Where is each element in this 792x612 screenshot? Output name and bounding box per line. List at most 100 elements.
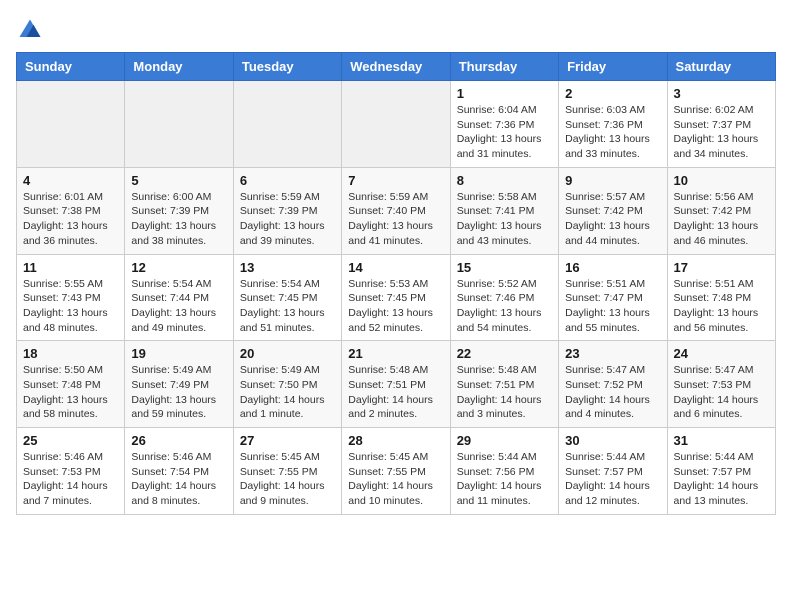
day-info: Sunrise: 5:50 AM Sunset: 7:48 PM Dayligh… <box>23 363 118 422</box>
day-number: 1 <box>457 86 552 101</box>
calendar-cell: 23 Sunrise: 5:47 AM Sunset: 7:52 PM Dayli… <box>559 341 667 428</box>
week-row: 18 Sunrise: 5:50 AM Sunset: 7:48 PM Dayli… <box>17 341 776 428</box>
day-info: Sunrise: 5:54 AM Sunset: 7:44 PM Dayligh… <box>131 277 226 336</box>
day-info: Sunrise: 6:01 AM Sunset: 7:38 PM Dayligh… <box>23 190 118 249</box>
day-info: Sunrise: 5:44 AM Sunset: 7:57 PM Dayligh… <box>674 450 769 509</box>
day-info: Sunrise: 5:59 AM Sunset: 7:40 PM Dayligh… <box>348 190 443 249</box>
day-info: Sunrise: 5:49 AM Sunset: 7:50 PM Dayligh… <box>240 363 335 422</box>
day-info: Sunrise: 5:57 AM Sunset: 7:42 PM Dayligh… <box>565 190 660 249</box>
day-info: Sunrise: 5:51 AM Sunset: 7:47 PM Dayligh… <box>565 277 660 336</box>
day-number: 22 <box>457 346 552 361</box>
day-number: 23 <box>565 346 660 361</box>
day-info: Sunrise: 5:45 AM Sunset: 7:55 PM Dayligh… <box>240 450 335 509</box>
day-number: 14 <box>348 260 443 275</box>
day-number: 15 <box>457 260 552 275</box>
week-row: 11Sunrise: 5:55 AM Sunset: 7:43 PM Dayli… <box>17 254 776 341</box>
day-number: 2 <box>565 86 660 101</box>
calendar-cell: 11Sunrise: 5:55 AM Sunset: 7:43 PM Dayli… <box>17 254 125 341</box>
day-number: 28 <box>348 433 443 448</box>
calendar-cell: 18 Sunrise: 5:50 AM Sunset: 7:48 PM Dayli… <box>17 341 125 428</box>
day-info: Sunrise: 5:48 AM Sunset: 7:51 PM Dayligh… <box>348 363 443 422</box>
calendar-cell <box>125 81 233 168</box>
day-info: Sunrise: 5:49 AM Sunset: 7:49 PM Dayligh… <box>131 363 226 422</box>
calendar-cell: 31 Sunrise: 5:44 AM Sunset: 7:57 PM Dayli… <box>667 428 775 515</box>
day-info: Sunrise: 5:48 AM Sunset: 7:51 PM Dayligh… <box>457 363 552 422</box>
day-info: Sunrise: 5:46 AM Sunset: 7:53 PM Dayligh… <box>23 450 118 509</box>
day-info: Sunrise: 5:53 AM Sunset: 7:45 PM Dayligh… <box>348 277 443 336</box>
weekday-header: Sunday <box>17 53 125 81</box>
calendar-cell: 20 Sunrise: 5:49 AM Sunset: 7:50 PM Dayli… <box>233 341 341 428</box>
day-info: Sunrise: 6:02 AM Sunset: 7:37 PM Dayligh… <box>674 103 769 162</box>
day-info: Sunrise: 5:58 AM Sunset: 7:41 PM Dayligh… <box>457 190 552 249</box>
calendar-cell: 6 Sunrise: 5:59 AM Sunset: 7:39 PM Daylig… <box>233 167 341 254</box>
week-row: 4 Sunrise: 6:01 AM Sunset: 7:38 PM Daylig… <box>17 167 776 254</box>
day-info: Sunrise: 5:52 AM Sunset: 7:46 PM Dayligh… <box>457 277 552 336</box>
calendar-cell: 2 Sunrise: 6:03 AM Sunset: 7:36 PM Daylig… <box>559 81 667 168</box>
day-number: 29 <box>457 433 552 448</box>
day-info: Sunrise: 6:03 AM Sunset: 7:36 PM Dayligh… <box>565 103 660 162</box>
day-number: 30 <box>565 433 660 448</box>
weekday-header: Friday <box>559 53 667 81</box>
day-number: 10 <box>674 173 769 188</box>
calendar-cell: 13 Sunrise: 5:54 AM Sunset: 7:45 PM Dayli… <box>233 254 341 341</box>
day-info: Sunrise: 6:00 AM Sunset: 7:39 PM Dayligh… <box>131 190 226 249</box>
day-number: 5 <box>131 173 226 188</box>
day-number: 21 <box>348 346 443 361</box>
logo <box>16 16 48 44</box>
calendar-cell: 24 Sunrise: 5:47 AM Sunset: 7:53 PM Dayli… <box>667 341 775 428</box>
day-number: 12 <box>131 260 226 275</box>
calendar-cell: 17Sunrise: 5:51 AM Sunset: 7:48 PM Dayli… <box>667 254 775 341</box>
weekday-header: Tuesday <box>233 53 341 81</box>
calendar-cell: 28Sunrise: 5:45 AM Sunset: 7:55 PM Dayli… <box>342 428 450 515</box>
day-info: Sunrise: 5:54 AM Sunset: 7:45 PM Dayligh… <box>240 277 335 336</box>
calendar-cell: 16Sunrise: 5:51 AM Sunset: 7:47 PM Dayli… <box>559 254 667 341</box>
calendar-cell: 9 Sunrise: 5:57 AM Sunset: 7:42 PM Daylig… <box>559 167 667 254</box>
calendar-cell: 22 Sunrise: 5:48 AM Sunset: 7:51 PM Dayli… <box>450 341 558 428</box>
day-number: 31 <box>674 433 769 448</box>
weekday-header: Wednesday <box>342 53 450 81</box>
day-number: 18 <box>23 346 118 361</box>
week-row: 25Sunrise: 5:46 AM Sunset: 7:53 PM Dayli… <box>17 428 776 515</box>
calendar-cell: 7 Sunrise: 5:59 AM Sunset: 7:40 PM Daylig… <box>342 167 450 254</box>
calendar-cell: 1Sunrise: 6:04 AM Sunset: 7:36 PM Daylig… <box>450 81 558 168</box>
calendar-cell: 10Sunrise: 5:56 AM Sunset: 7:42 PM Dayli… <box>667 167 775 254</box>
weekday-header-row: SundayMondayTuesdayWednesdayThursdayFrid… <box>17 53 776 81</box>
week-row: 1Sunrise: 6:04 AM Sunset: 7:36 PM Daylig… <box>17 81 776 168</box>
day-number: 27 <box>240 433 335 448</box>
day-info: Sunrise: 5:44 AM Sunset: 7:56 PM Dayligh… <box>457 450 552 509</box>
day-number: 24 <box>674 346 769 361</box>
calendar-cell: 5 Sunrise: 6:00 AM Sunset: 7:39 PM Daylig… <box>125 167 233 254</box>
calendar-cell: 30 Sunrise: 5:44 AM Sunset: 7:57 PM Dayli… <box>559 428 667 515</box>
day-number: 8 <box>457 173 552 188</box>
day-number: 6 <box>240 173 335 188</box>
logo-icon <box>16 16 44 44</box>
day-number: 17 <box>674 260 769 275</box>
day-info: Sunrise: 5:47 AM Sunset: 7:53 PM Dayligh… <box>674 363 769 422</box>
calendar-cell: 4 Sunrise: 6:01 AM Sunset: 7:38 PM Daylig… <box>17 167 125 254</box>
day-number: 11 <box>23 260 118 275</box>
calendar-cell <box>342 81 450 168</box>
weekday-header: Saturday <box>667 53 775 81</box>
calendar-cell: 12 Sunrise: 5:54 AM Sunset: 7:44 PM Dayli… <box>125 254 233 341</box>
day-info: Sunrise: 5:47 AM Sunset: 7:52 PM Dayligh… <box>565 363 660 422</box>
calendar: SundayMondayTuesdayWednesdayThursdayFrid… <box>16 52 776 515</box>
calendar-cell: 21 Sunrise: 5:48 AM Sunset: 7:51 PM Dayli… <box>342 341 450 428</box>
calendar-cell: 15 Sunrise: 5:52 AM Sunset: 7:46 PM Dayli… <box>450 254 558 341</box>
calendar-cell: 19 Sunrise: 5:49 AM Sunset: 7:49 PM Dayli… <box>125 341 233 428</box>
calendar-cell: 29 Sunrise: 5:44 AM Sunset: 7:56 PM Dayli… <box>450 428 558 515</box>
day-info: Sunrise: 5:59 AM Sunset: 7:39 PM Dayligh… <box>240 190 335 249</box>
day-number: 26 <box>131 433 226 448</box>
day-number: 19 <box>131 346 226 361</box>
day-number: 7 <box>348 173 443 188</box>
day-number: 13 <box>240 260 335 275</box>
day-info: Sunrise: 5:44 AM Sunset: 7:57 PM Dayligh… <box>565 450 660 509</box>
day-number: 20 <box>240 346 335 361</box>
day-number: 3 <box>674 86 769 101</box>
calendar-cell: 27 Sunrise: 5:45 AM Sunset: 7:55 PM Dayli… <box>233 428 341 515</box>
calendar-cell <box>233 81 341 168</box>
day-info: Sunrise: 5:46 AM Sunset: 7:54 PM Dayligh… <box>131 450 226 509</box>
calendar-cell: 3 Sunrise: 6:02 AM Sunset: 7:37 PM Daylig… <box>667 81 775 168</box>
day-number: 9 <box>565 173 660 188</box>
calendar-cell: 26 Sunrise: 5:46 AM Sunset: 7:54 PM Dayli… <box>125 428 233 515</box>
day-number: 4 <box>23 173 118 188</box>
